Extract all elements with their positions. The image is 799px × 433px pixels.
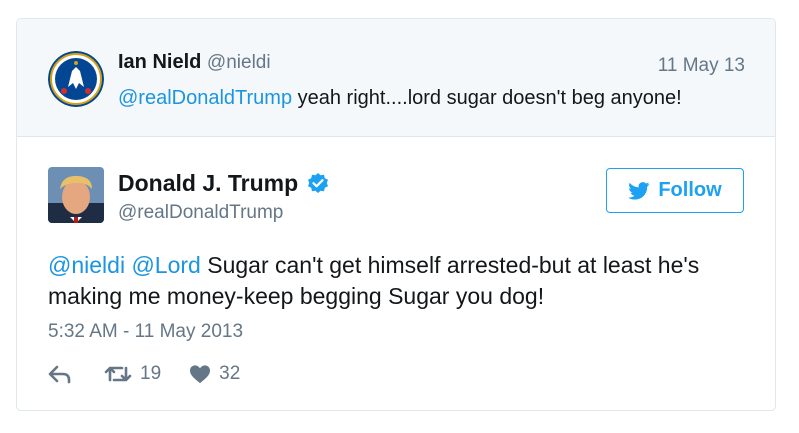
retweet-icon bbox=[104, 366, 132, 382]
like-button[interactable]: 32 bbox=[189, 363, 240, 385]
main-author-handle[interactable]: @realDonaldTrump bbox=[118, 202, 283, 224]
main-tweet-text: @nieldi @Lord Sugar can't get himself ar… bbox=[48, 250, 748, 312]
tweet-actions: 19 32 bbox=[48, 363, 240, 385]
mention-link-nieldi[interactable]: @nieldi bbox=[48, 252, 125, 278]
heart-icon bbox=[190, 365, 211, 384]
parent-mention-link[interactable]: @realDonaldTrump bbox=[118, 87, 292, 109]
reply-icon bbox=[48, 365, 71, 384]
mention-link-lord[interactable]: @Lord bbox=[131, 252, 200, 278]
twitter-bird-icon bbox=[628, 181, 650, 200]
verified-badge-icon bbox=[308, 172, 329, 193]
parent-date[interactable]: 11 May 13 bbox=[658, 55, 745, 77]
follow-button-label: Follow bbox=[658, 179, 722, 201]
follow-button[interactable]: Follow bbox=[606, 168, 744, 213]
tweet-embed-card: Ian Nield @nieldi 11 May 13 @realDonaldT… bbox=[16, 18, 776, 411]
parent-author-name[interactable]: Ian Nield bbox=[118, 51, 201, 73]
main-avatar[interactable] bbox=[48, 167, 104, 223]
like-count: 32 bbox=[219, 363, 241, 384]
reply-button[interactable] bbox=[48, 364, 72, 384]
parent-tweet-body: yeah right....lord sugar doesn't beg any… bbox=[292, 87, 682, 109]
parent-tweet[interactable]: Ian Nield @nieldi 11 May 13 @realDonaldT… bbox=[17, 19, 775, 137]
main-author[interactable]: Donald J. Trump bbox=[118, 170, 330, 197]
parent-tweet-text: @realDonaldTrump yeah right....lord suga… bbox=[118, 87, 682, 110]
retweet-count: 19 bbox=[140, 363, 162, 384]
tweet-timestamp[interactable]: 5:32 AM - 11 May 2013 bbox=[48, 321, 243, 343]
retweet-button[interactable]: 19 bbox=[104, 363, 161, 385]
chelsea-crest-icon bbox=[48, 51, 104, 107]
parent-avatar[interactable] bbox=[48, 51, 104, 107]
parent-author[interactable]: Ian Nield @nieldi bbox=[118, 51, 271, 74]
profile-photo bbox=[48, 167, 104, 223]
main-author-name[interactable]: Donald J. Trump bbox=[118, 170, 298, 197]
parent-author-handle[interactable]: @nieldi bbox=[207, 52, 271, 73]
